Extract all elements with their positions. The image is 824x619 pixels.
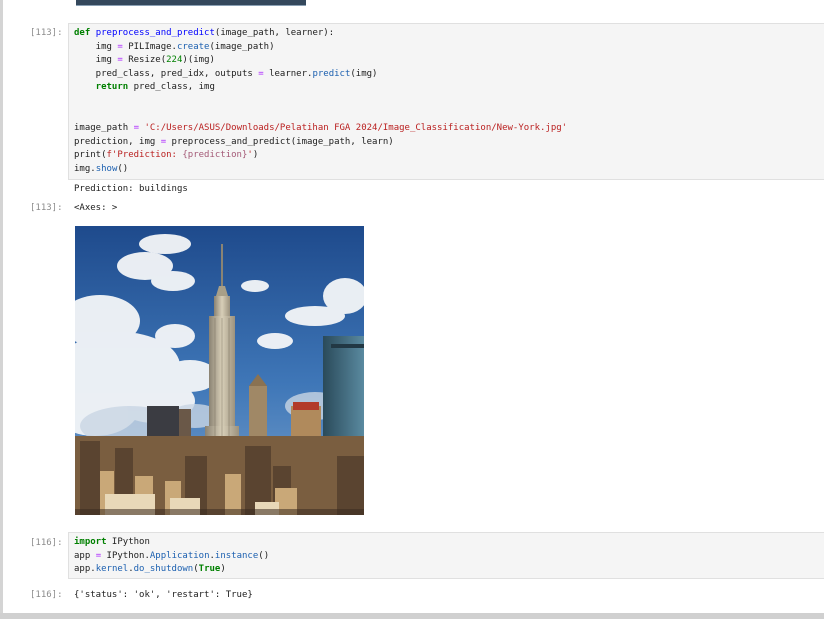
code-line: img = PILImage.create(image_path) [74,41,275,52]
code-line: prediction, img = preprocess_and_predict… [74,136,394,147]
code-line: img.show() [74,164,129,174]
output-prompt: [116]: [30,590,63,600]
output-image-new-york-skyline [75,226,364,515]
code-line: app = IPython.Application.instance() [74,550,270,561]
code-line: print(f'Prediction: {prediction}') [74,150,259,161]
code-line: import IPython [74,537,150,547]
result-output: {'status': 'ok', 'restart': True} [74,590,253,600]
notebook-left-border [0,0,3,619]
code-line: pred_class, pred_idx, outputs = learner.… [74,68,378,79]
code-line: return pred_class, img [74,82,215,93]
code-line: def preprocess_and_predict(image_path, l… [74,28,335,38]
previous-output-image-edge [76,0,306,6]
code-line: img = Resize(224)(img) [74,55,215,66]
input-prompt: [113]: [30,28,63,38]
stdout-output: Prediction: buildings [74,184,188,194]
input-prompt: [116]: [30,538,63,548]
code-line: image_path = 'C:/Users/ASUS/Downloads/Pe… [74,123,568,134]
code-line: app.kernel.do_shutdown(True) [74,564,226,575]
output-prompt: [113]: [30,203,63,213]
result-output: <Axes: > [74,203,118,213]
horizontal-scrollbar[interactable] [0,613,824,619]
